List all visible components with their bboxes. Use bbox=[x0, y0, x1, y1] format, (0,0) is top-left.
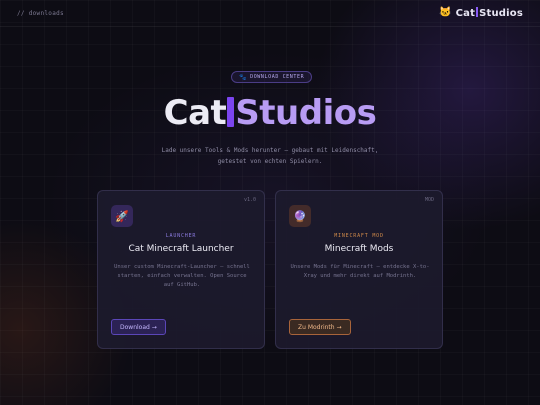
launcher-card: 🚀 v1.0 LAUNCHER Cat Minecraft Launcher U… bbox=[97, 190, 265, 349]
title-separator bbox=[227, 97, 235, 127]
card-title: Cat Minecraft Launcher bbox=[128, 244, 234, 254]
brand-name-right: Studios bbox=[479, 8, 523, 19]
background-glow bbox=[0, 0, 540, 405]
paw-icon: 🐾 bbox=[239, 73, 248, 81]
brand-separator bbox=[476, 7, 479, 17]
breadcrumb: // downloads bbox=[17, 9, 64, 17]
page-title: Cat Studios bbox=[0, 96, 540, 130]
card-description: Unser custom Minecraft-Launcher — schnel… bbox=[114, 264, 250, 288]
cat-face-icon: 🐱 bbox=[439, 7, 452, 18]
card-tag: MINECRAFT MOD bbox=[334, 233, 384, 239]
badge-label: DOWNLOAD CENTER bbox=[250, 74, 305, 80]
card-tag: LAUNCHER bbox=[165, 233, 197, 239]
card-title: Minecraft Mods bbox=[324, 244, 394, 254]
brand-name-left: Cat bbox=[455, 8, 476, 19]
crystal-ball-icon: 🔮 bbox=[289, 205, 311, 227]
download-center-badge: 🐾 DOWNLOAD CENTER bbox=[231, 71, 313, 83]
brand-name: Cat Studios bbox=[456, 7, 523, 19]
title-studios: Studios bbox=[235, 93, 377, 133]
rocket-icon: 🚀 bbox=[111, 205, 133, 227]
top-bar: // downloads 🐱 Cat Studios bbox=[0, 0, 540, 27]
background-grid bbox=[0, 0, 540, 405]
card-description: Unsere Mods für Minecraft — entdecke X-t… bbox=[290, 264, 430, 279]
version-label: v1.0 bbox=[243, 197, 256, 203]
download-button[interactable]: Download → bbox=[111, 319, 166, 335]
title-cat: Cat bbox=[163, 93, 227, 133]
modrinth-button[interactable]: Zu Modrinth → bbox=[289, 319, 351, 335]
page-subtitle: Lade unsere Tools & Mods herunter — geba… bbox=[161, 147, 379, 165]
mods-card: 🔮 MOD MINECRAFT MOD Minecraft Mods Unser… bbox=[275, 190, 443, 349]
version-label: MOD bbox=[424, 197, 434, 203]
brand-logo[interactable]: 🐱 Cat Studios bbox=[439, 7, 523, 19]
